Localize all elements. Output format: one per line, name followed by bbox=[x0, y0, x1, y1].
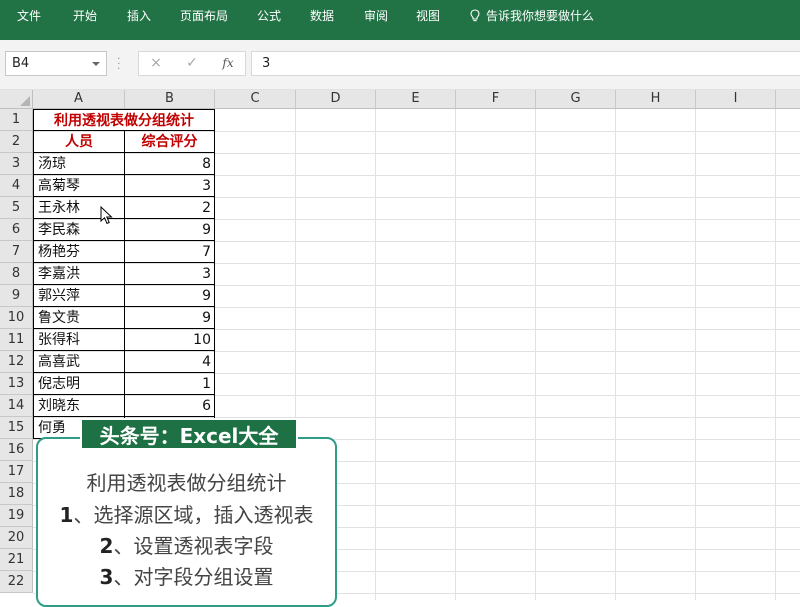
info-card: 利用透视表做分组统计 1、选择源区域，插入透视表 2、设置透视表字段 3、对字段… bbox=[36, 437, 337, 607]
score-cell[interactable]: 10 bbox=[125, 329, 215, 351]
tab-page-layout[interactable]: 页面布局 bbox=[180, 0, 228, 32]
score-cell[interactable]: 2 bbox=[125, 197, 215, 219]
step-text: 、设置透视表字段 bbox=[113, 534, 274, 558]
row-header-16[interactable]: 16 bbox=[0, 439, 33, 461]
header-cell-score[interactable]: 综合评分 bbox=[125, 131, 215, 153]
column-header-j[interactable] bbox=[776, 90, 800, 109]
card-step-2: 2、设置透视表字段 bbox=[38, 530, 335, 559]
row-header-5[interactable]: 5 bbox=[0, 197, 33, 219]
score-cell[interactable]: 9 bbox=[125, 285, 215, 307]
name-cell[interactable]: 张得科 bbox=[33, 329, 125, 351]
tab-insert[interactable]: 插入 bbox=[127, 0, 151, 32]
row-header-9[interactable]: 9 bbox=[0, 285, 33, 307]
name-cell[interactable]: 高菊琴 bbox=[33, 175, 125, 197]
tab-data[interactable]: 数据 bbox=[310, 0, 334, 32]
row-header-21[interactable]: 21 bbox=[0, 549, 33, 571]
tab-home[interactable]: 开始 bbox=[73, 0, 97, 32]
tab-formulas[interactable]: 公式 bbox=[257, 0, 281, 32]
score-cell[interactable]: 7 bbox=[125, 241, 215, 263]
tab-view[interactable]: 视图 bbox=[416, 0, 440, 32]
row-header-11[interactable]: 11 bbox=[0, 329, 33, 351]
column-header-d[interactable]: D bbox=[296, 90, 376, 109]
lightbulb-icon bbox=[470, 9, 480, 22]
formula-input[interactable]: 3 bbox=[251, 51, 800, 76]
tab-review[interactable]: 审阅 bbox=[364, 0, 388, 32]
table-title-cell[interactable]: 利用透视表做分组统计 bbox=[33, 109, 215, 131]
mouse-cursor-icon bbox=[100, 206, 113, 225]
row-header-8[interactable]: 8 bbox=[0, 263, 33, 285]
row-header-12[interactable]: 12 bbox=[0, 351, 33, 373]
score-cell[interactable]: 9 bbox=[125, 307, 215, 329]
tab-file[interactable]: 文件 bbox=[17, 0, 41, 32]
step-text: 、对字段分组设置 bbox=[113, 565, 274, 589]
row-header-7[interactable]: 7 bbox=[0, 241, 33, 263]
select-all-button[interactable] bbox=[0, 90, 33, 109]
score-cell[interactable]: 9 bbox=[125, 219, 215, 241]
score-cell[interactable]: 1 bbox=[125, 373, 215, 395]
column-header-i[interactable]: I bbox=[696, 90, 776, 109]
name-cell[interactable]: 倪志明 bbox=[33, 373, 125, 395]
name-cell[interactable]: 郭兴萍 bbox=[33, 285, 125, 307]
chevron-down-icon[interactable] bbox=[92, 62, 100, 66]
enter-icon[interactable]: ✓ bbox=[179, 52, 205, 75]
name-cell[interactable]: 汤琼 bbox=[33, 153, 125, 175]
step-number: 3 bbox=[99, 565, 114, 589]
row-header-13[interactable]: 13 bbox=[0, 373, 33, 395]
row-header-19[interactable]: 19 bbox=[0, 505, 33, 527]
step-number: 1 bbox=[59, 503, 74, 527]
score-cell[interactable]: 4 bbox=[125, 351, 215, 373]
drag-handle-icon[interactable]: · · · bbox=[117, 53, 121, 74]
watermark-badge: 头条号：Excel大全 bbox=[80, 418, 298, 450]
name-box[interactable]: B4 bbox=[5, 51, 107, 76]
score-cell[interactable]: 3 bbox=[125, 263, 215, 285]
row-header-22[interactable]: 22 bbox=[0, 571, 33, 593]
name-cell[interactable]: 刘晓东 bbox=[33, 395, 125, 417]
name-cell[interactable]: 鲁文贵 bbox=[33, 307, 125, 329]
row-header-2[interactable]: 2 bbox=[0, 131, 33, 153]
card-step-3: 3、对字段分组设置 bbox=[38, 561, 335, 590]
column-header-h[interactable]: H bbox=[616, 90, 696, 109]
name-cell[interactable]: 李嘉洪 bbox=[33, 263, 125, 285]
score-cell[interactable]: 6 bbox=[125, 395, 215, 417]
row-header-1[interactable]: 1 bbox=[0, 109, 33, 131]
cancel-icon[interactable]: × bbox=[143, 52, 169, 75]
row-header-6[interactable]: 6 bbox=[0, 219, 33, 241]
formula-buttons: × ✓ fx bbox=[138, 51, 246, 76]
column-header-b[interactable]: B bbox=[125, 90, 215, 109]
card-title: 利用透视表做分组统计 bbox=[86, 471, 287, 495]
tell-me-search[interactable]: 告诉我你想要做什么 bbox=[486, 0, 594, 32]
row-header-10[interactable]: 10 bbox=[0, 307, 33, 329]
score-cell[interactable]: 3 bbox=[125, 175, 215, 197]
name-cell[interactable]: 高喜武 bbox=[33, 351, 125, 373]
score-cell[interactable]: 8 bbox=[125, 153, 215, 175]
column-header-g[interactable]: G bbox=[536, 90, 616, 109]
step-text: 、选择源区域，插入透视表 bbox=[73, 503, 314, 527]
insert-function-button[interactable]: fx bbox=[215, 52, 241, 75]
name-cell[interactable]: 杨艳芬 bbox=[33, 241, 125, 263]
column-header-e[interactable]: E bbox=[376, 90, 456, 109]
row-header-20[interactable]: 20 bbox=[0, 527, 33, 549]
step-number: 2 bbox=[99, 534, 114, 558]
ribbon-tab-bar: 文件 开始 插入 页面布局 公式 数据 审阅 视图 告诉我你想要做什么 bbox=[0, 0, 800, 40]
formula-bar: B4 · · · × ✓ fx 3 bbox=[0, 40, 800, 90]
header-cell-person[interactable]: 人员 bbox=[33, 131, 125, 153]
column-header-a[interactable]: A bbox=[33, 90, 125, 109]
row-header-3[interactable]: 3 bbox=[0, 153, 33, 175]
row-header-14[interactable]: 14 bbox=[0, 395, 33, 417]
row-header-4[interactable]: 4 bbox=[0, 175, 33, 197]
column-header-f[interactable]: F bbox=[456, 90, 536, 109]
name-box-value: B4 bbox=[12, 56, 30, 71]
row-header-15[interactable]: 15 bbox=[0, 417, 33, 439]
row-header-18[interactable]: 18 bbox=[0, 483, 33, 505]
row-header-17[interactable]: 17 bbox=[0, 461, 33, 483]
column-header-c[interactable]: C bbox=[215, 90, 296, 109]
card-step-1: 1、选择源区域，插入透视表 bbox=[38, 499, 335, 528]
